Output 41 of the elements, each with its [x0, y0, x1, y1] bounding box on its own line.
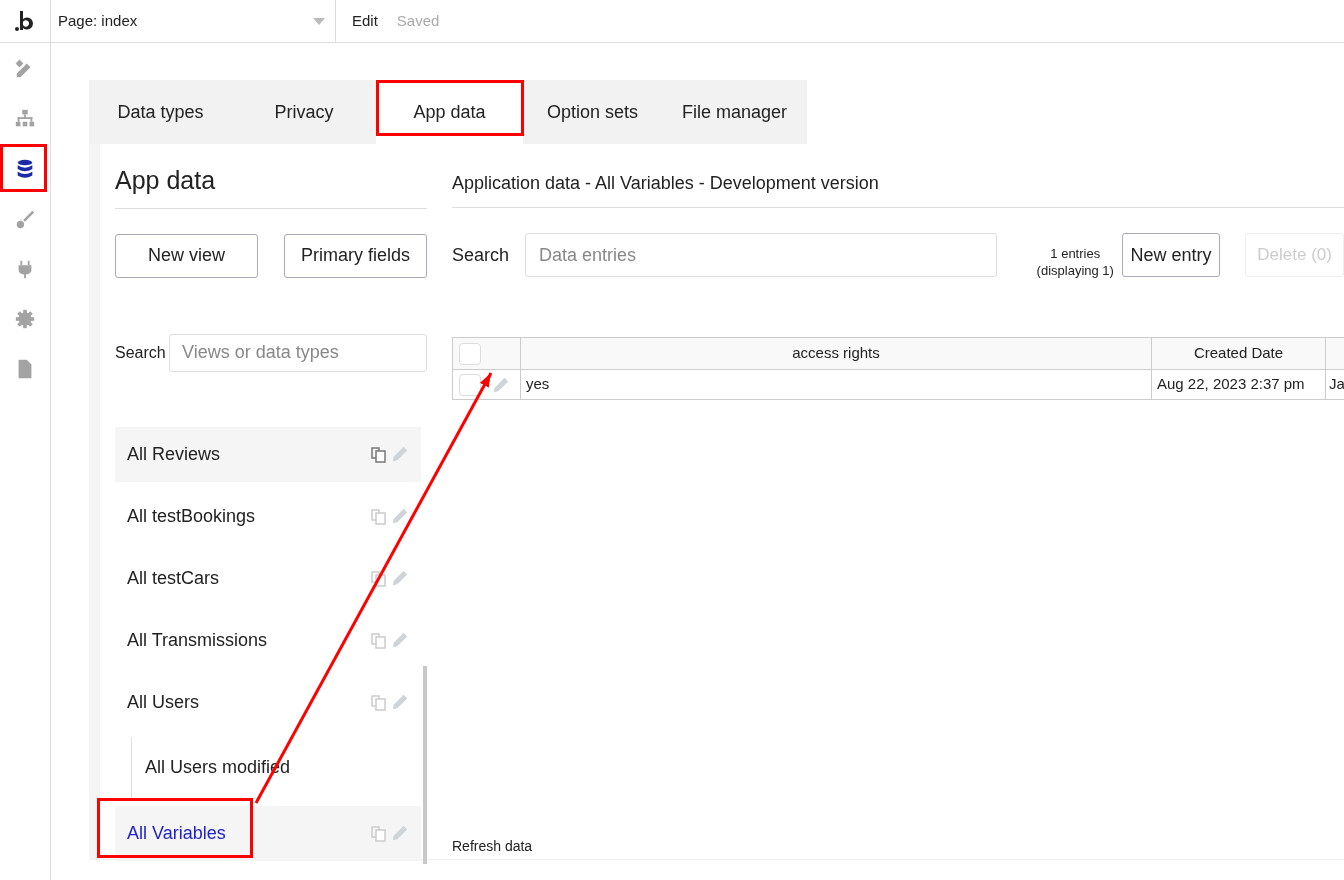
view-label: All testCars: [127, 566, 221, 590]
view-label: All Users: [127, 690, 200, 714]
logo-icon[interactable]: [14, 10, 36, 32]
search-label: Search: [115, 342, 167, 363]
table-cell-text: Ja: [1328, 374, 1344, 395]
entry-count: 1 entries (displaying 1): [1035, 245, 1115, 279]
edit-menu[interactable]: Edit: [352, 9, 378, 33]
new-entry-button[interactable]: New entry: [1121, 233, 1221, 277]
view-label: All Transmissions: [127, 628, 269, 652]
refresh-data-link[interactable]: Refresh data: [452, 836, 1344, 857]
annotation-box: [0, 144, 47, 192]
scrollbar[interactable]: [423, 665, 427, 864]
view-label: All Reviews: [127, 442, 222, 466]
search-field[interactable]: Views or data types: [169, 333, 427, 372]
panel-button[interactable]: New view: [115, 233, 258, 278]
pencil-icon[interactable]: [492, 375, 510, 394]
copy-icon[interactable]: [369, 568, 389, 588]
table-cell: Aug 22, 2023 2:37 pm: [1152, 370, 1326, 399]
caret-icon: [313, 17, 325, 25]
panel-button[interactable]: Primary fields: [284, 233, 427, 278]
pencil-icon[interactable]: [391, 824, 409, 842]
copy-icon[interactable]: [369, 444, 389, 464]
pencil-icon[interactable]: [391, 507, 409, 525]
view-list-item[interactable]: All Reviews: [115, 426, 421, 482]
row-checkbox[interactable]: [459, 373, 481, 396]
panel-title: App data: [115, 162, 427, 209]
view-list-item[interactable]: All Variables: [115, 805, 421, 861]
page-selector[interactable]: Page: index: [51, 0, 336, 42]
pencil-icon[interactable]: [391, 631, 409, 649]
view-label: All Variables: [127, 821, 227, 845]
search-field[interactable]: Data entries: [525, 233, 997, 277]
column-header[interactable]: Created Date: [1152, 338, 1326, 369]
search-label: Search: [452, 243, 511, 267]
data-view-title: Application data - All Variables - Development version: [452, 170, 1344, 208]
save-status: Saved: [396, 10, 440, 31]
table-cell: yes: [521, 370, 1152, 399]
column-header[interactable]: access rights: [521, 338, 1152, 369]
view-label: All testBookings: [127, 504, 257, 528]
pencil-icon[interactable]: [391, 693, 409, 711]
select-all-checkbox[interactable]: [459, 342, 481, 365]
settings-icon[interactable]: [13, 307, 37, 331]
